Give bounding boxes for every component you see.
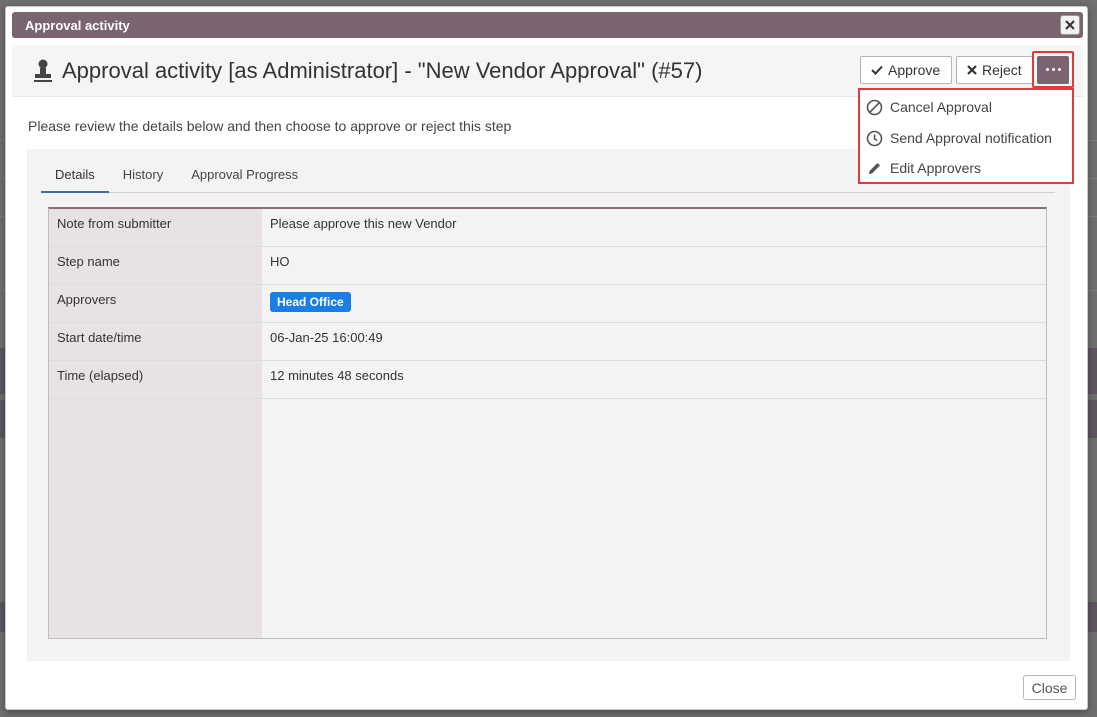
tab-history[interactable]: History	[109, 163, 177, 193]
dialog-title: Approval activity	[25, 17, 130, 33]
row-value: HO	[270, 254, 290, 269]
row-value: Please approve this new Vendor	[270, 216, 457, 231]
approve-button[interactable]: Approve	[860, 56, 952, 84]
ellipsis-icon	[1057, 68, 1061, 71]
dialog-close-button[interactable]	[1060, 15, 1080, 35]
pencil-icon	[869, 162, 880, 174]
row-label: Start date/time	[57, 330, 142, 345]
row-label: Time (elapsed)	[57, 368, 144, 383]
approval-dialog: Approval activity Approval activity [as …	[5, 6, 1088, 710]
table-row: Approvers Head Office	[49, 285, 1046, 323]
table-row: Time (elapsed) 12 minutes 48 seconds	[49, 361, 1046, 399]
approver-badge: Head Office	[270, 292, 351, 312]
more-actions-menu: Cancel Approval Send Approval notificati…	[858, 88, 1074, 184]
menu-item-label: Cancel Approval	[890, 99, 992, 115]
ban-icon	[866, 99, 883, 115]
table-row: Start date/time 06-Jan-25 16:00:49	[49, 323, 1046, 361]
tab-details[interactable]: Details	[41, 163, 109, 193]
approve-button-label: Approve	[888, 62, 941, 78]
close-button[interactable]: Close	[1023, 675, 1076, 700]
row-value: 12 minutes 48 seconds	[270, 368, 404, 383]
menu-item-edit-approvers[interactable]: Edit Approvers	[866, 154, 1066, 182]
clock-icon	[866, 130, 883, 146]
row-label: Step name	[57, 254, 120, 269]
more-actions-highlight	[1032, 51, 1074, 88]
menu-item-label: Edit Approvers	[890, 160, 982, 176]
table-row: Step name HO	[49, 247, 1046, 285]
menu-item-label: Send Approval notification	[890, 130, 1052, 146]
details-grid: Note from submitter Please approve this …	[48, 207, 1047, 639]
dialog-titlebar: Approval activity	[12, 12, 1083, 38]
table-row: Note from submitter Please approve this …	[49, 209, 1046, 247]
check-icon	[871, 65, 883, 75]
row-value: 06-Jan-25 16:00:49	[270, 330, 383, 345]
stamp-icon	[34, 59, 52, 82]
instruction-text: Please review the details below and then…	[28, 118, 512, 134]
menu-item-cancel-approval[interactable]: Cancel Approval	[866, 93, 1066, 121]
row-label: Approvers	[57, 292, 117, 307]
tab-approval-progress[interactable]: Approval Progress	[177, 163, 312, 193]
menu-item-send-notification[interactable]: Send Approval notification	[866, 124, 1066, 152]
close-icon	[1065, 20, 1075, 30]
more-actions-button[interactable]	[1037, 55, 1069, 84]
x-icon	[967, 65, 977, 75]
details-panel: Details History Approval Progress Note f…	[27, 149, 1070, 661]
row-value: Head Office	[270, 292, 351, 312]
ellipsis-icon	[1051, 68, 1055, 71]
reject-button-label: Reject	[982, 62, 1022, 78]
reject-button[interactable]: Reject	[956, 56, 1034, 84]
page-title: Approval activity [as Administrator] - "…	[32, 58, 702, 84]
page-title-text: Approval activity [as Administrator] - "…	[62, 58, 703, 83]
row-label: Note from submitter	[57, 216, 172, 231]
ellipsis-icon	[1045, 68, 1049, 71]
